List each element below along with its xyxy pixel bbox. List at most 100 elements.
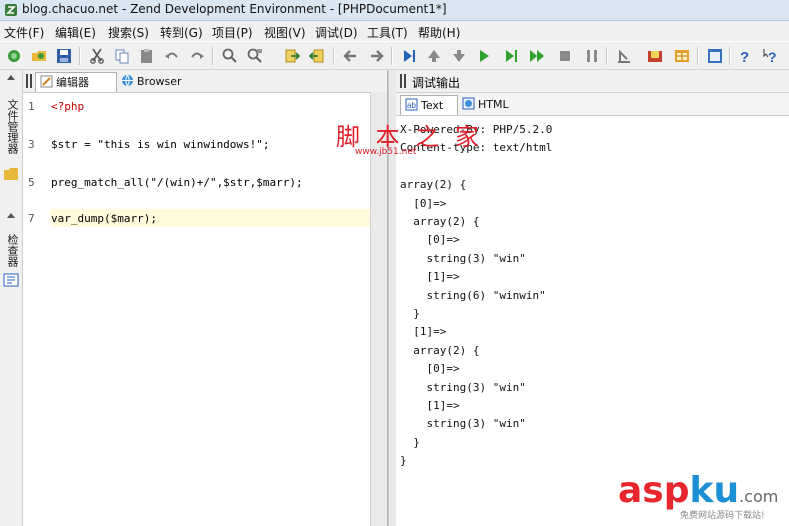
new-file-icon[interactable] [5, 47, 23, 65]
up-arrow-icon[interactable] [425, 47, 443, 65]
watermark-brand-part: .com [739, 487, 779, 506]
back-arrow-icon[interactable] [342, 47, 360, 65]
code-line[interactable]: preg_match_all("/(win)+/",$str,$marr); [51, 176, 303, 189]
run-icon[interactable] [475, 47, 493, 65]
tab-text-label: Text [421, 99, 444, 112]
watermark-url: www.jb51.net [355, 147, 417, 157]
panel-grip [30, 74, 32, 88]
run-to-icon[interactable] [502, 47, 520, 65]
toolbar-separator [697, 47, 699, 65]
watermark-brand: aspku.com [618, 470, 778, 511]
profile-icon[interactable] [615, 47, 633, 65]
watermark-tagline: 免费网站源码下载站! [680, 511, 765, 521]
code-line[interactable]: $str = "this is win winwindows!"; [51, 138, 270, 151]
tab-editor[interactable]: 编辑器 [35, 72, 117, 92]
save-icon[interactable] [55, 47, 73, 65]
paste-icon[interactable] [138, 47, 156, 65]
folder-icon [4, 168, 18, 180]
output-line: } [400, 307, 420, 320]
toolbar-separator [606, 47, 608, 65]
tab-html[interactable]: HTML [458, 95, 514, 114]
find-icon[interactable] [221, 47, 239, 65]
run-fast-icon[interactable] [528, 47, 546, 65]
menu-file[interactable]: 文件(F) [4, 24, 44, 41]
open-folder-icon[interactable] [30, 47, 48, 65]
menu-goto[interactable]: 转到(G) [160, 24, 203, 41]
menu-project[interactable]: 项目(P) [212, 24, 253, 41]
menu-tools[interactable]: 工具(T) [367, 24, 408, 41]
code-line[interactable]: var_dump($marr); [51, 212, 157, 225]
output-line: [0]=> [400, 362, 460, 376]
context-help-icon[interactable]: ? [763, 47, 781, 65]
inspector-tab[interactable]: 检查器 [2, 228, 20, 272]
cut-icon[interactable] [88, 47, 106, 65]
toolbar-separator [79, 47, 81, 65]
code-line[interactable]: <?php [51, 100, 84, 113]
menu-debug[interactable]: 调试(D) [315, 24, 358, 41]
output-line: } [400, 435, 420, 449]
find-replace-icon[interactable] [246, 47, 264, 65]
watermark-brand-part: asp [618, 470, 690, 511]
calendar-icon[interactable] [673, 47, 691, 65]
toolbar-separator [333, 47, 335, 65]
editor-scrollbar[interactable] [370, 92, 387, 526]
svg-text:?: ? [768, 49, 777, 65]
output-line: string(3) "win" [400, 380, 526, 394]
tab-browser[interactable]: Browser [117, 72, 197, 91]
output-line: string(3) "win" [400, 251, 526, 265]
output-line: array(2) { [400, 343, 480, 357]
collapse-up-icon[interactable] [6, 73, 16, 81]
collapse-up-icon[interactable] [6, 211, 16, 219]
left-side-panel: 文件管理器 检查器 [0, 70, 23, 526]
zend-app-icon [5, 4, 17, 16]
toolbar-separator [212, 47, 214, 65]
debug-output-title: 调试输出 [412, 76, 461, 90]
text-doc-icon: ab [405, 98, 418, 111]
stop-icon[interactable] [556, 47, 574, 65]
menu-help[interactable]: 帮助(H) [418, 24, 460, 41]
svg-text:?: ? [740, 49, 749, 65]
properties-icon[interactable] [706, 47, 724, 65]
menu-view[interactable]: 视图(V) [264, 24, 306, 41]
toolbar-separator [729, 47, 731, 65]
svg-text:ab: ab [407, 101, 416, 110]
line-number: 1 [28, 100, 35, 113]
line-number: 3 [28, 138, 35, 151]
line-number: 7 [28, 212, 35, 225]
step-icon[interactable] [400, 47, 418, 65]
folder-star-icon[interactable] [646, 47, 664, 65]
menu-search[interactable]: 搜索(S) [108, 24, 149, 41]
output-line: } [400, 454, 407, 468]
undo-icon[interactable] [163, 47, 181, 65]
panel-grip [26, 74, 28, 88]
output-line: [1]=> [400, 399, 460, 412]
redo-icon[interactable] [188, 47, 206, 65]
watermark-brand-part: ku [689, 470, 740, 511]
panel-grip [404, 74, 406, 88]
line-number: 5 [28, 176, 35, 189]
down-arrow-icon[interactable] [450, 47, 468, 65]
help-icon[interactable]: ? [736, 47, 754, 65]
forward-arrow-icon[interactable] [367, 47, 385, 65]
goto-icon[interactable] [283, 47, 301, 65]
output-line: [0]=> [400, 233, 460, 247]
tab-text[interactable]: ab Text [400, 95, 458, 115]
output-line: [1]=> [400, 325, 447, 339]
globe-icon [122, 74, 133, 87]
output-line: string(6) "winwin" [400, 288, 546, 302]
output-line: [1]=> [400, 270, 460, 284]
line-number-gutter: 1 3 5 7 [23, 96, 47, 526]
toolbar-separator [391, 47, 393, 65]
output-line: string(3) "win" [400, 417, 526, 431]
panel-grip [400, 74, 402, 88]
tab-html-label: HTML [478, 98, 509, 111]
editor-tab-strip: 编辑器 Browser [23, 70, 387, 93]
menu-edit[interactable]: 编辑(E) [55, 24, 96, 41]
inspector-icon [3, 273, 19, 287]
file-manager-tab[interactable]: 文件管理器 [2, 90, 20, 162]
indent-icon[interactable] [308, 47, 326, 65]
pause-icon[interactable] [583, 47, 601, 65]
pencil-icon [40, 75, 53, 88]
copy-icon[interactable] [113, 47, 131, 65]
menu-bar: 文件(F) 编辑(E) 搜索(S) 转到(G) 项目(P) 视图(V) 调试(D… [0, 21, 789, 41]
